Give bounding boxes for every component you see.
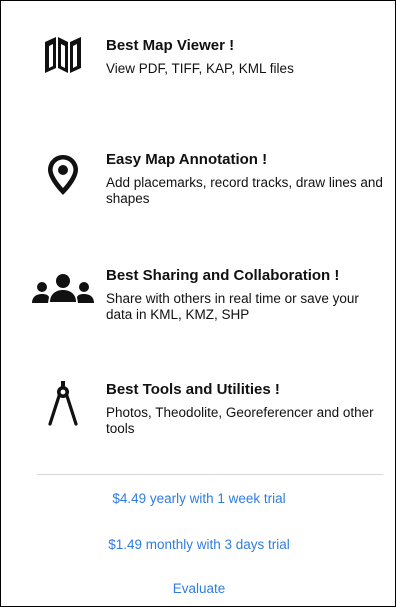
monthly-subscription-button[interactable]: $1.49 monthly with 3 days trial [1,537,396,552]
placemark-pin-icon [31,143,95,207]
feature-title: Easy Map Annotation ! [106,151,268,168]
feature-title: Best Tools and Utilities ! [106,381,280,398]
map-icon [31,23,95,87]
evaluate-button[interactable]: Evaluate [1,581,396,596]
yearly-subscription-button[interactable]: $4.49 yearly with 1 week trial [1,491,396,506]
subscription-screen: Best Map Viewer ! View PDF, TIFF, KAP, K… [0,0,396,607]
feature-description: Photos, Theodolite, Georeferencer and ot… [106,405,374,436]
compass-divider-icon [31,371,95,435]
feature-title: Best Sharing and Collaboration ! [106,267,340,284]
divider [37,474,383,475]
feature-title: Best Map Viewer ! [106,37,235,54]
feature-description: View PDF, TIFF, KAP, KML files [106,61,294,76]
feature-description: Share with others in real time or save y… [106,291,359,322]
feature-description: Add placemarks, record tracks, draw line… [106,175,383,206]
people-group-icon [27,257,99,321]
